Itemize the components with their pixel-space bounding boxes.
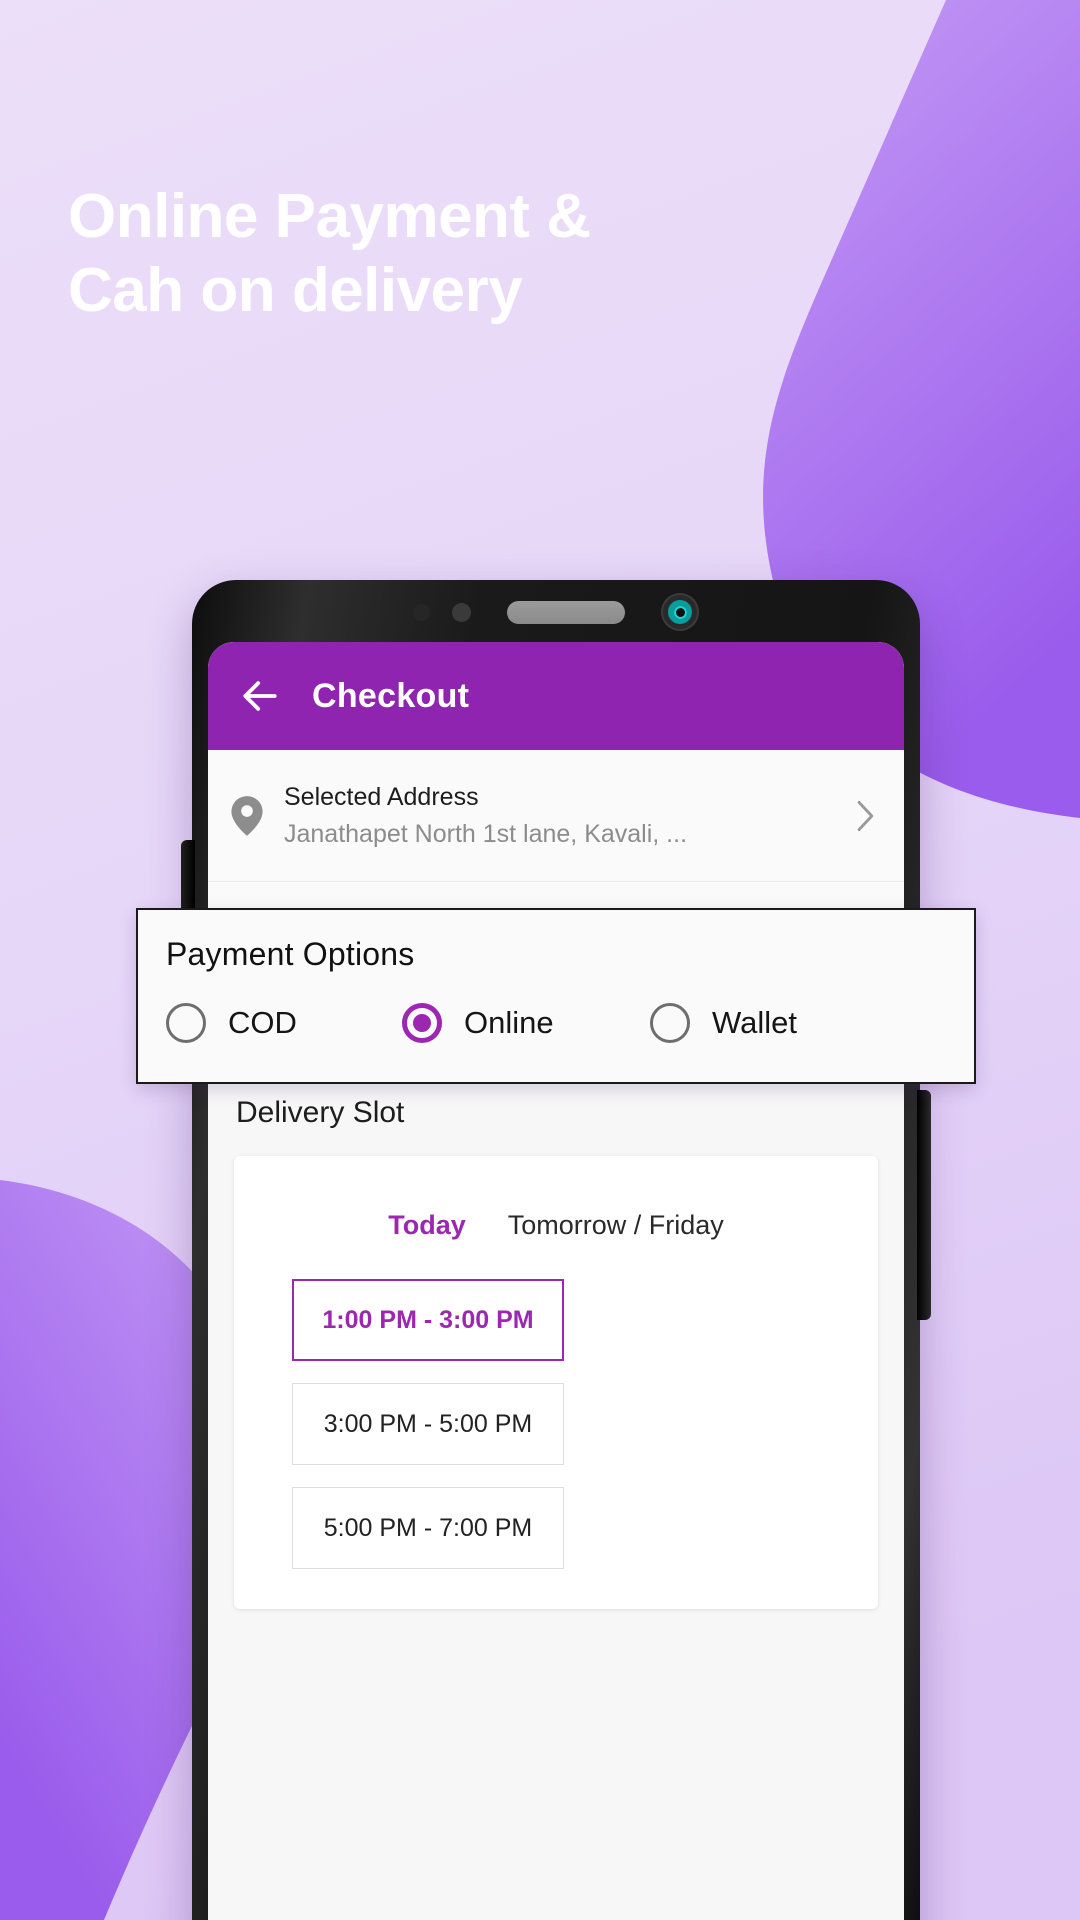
address-text-block: Selected Address Janathapet North 1st la… xyxy=(284,779,834,852)
payment-options-title: Payment Options xyxy=(166,936,415,972)
promo-headline: Online Payment & Cah on delivery xyxy=(68,180,888,329)
app-bar: Checkout xyxy=(208,642,904,750)
slot-chip-1[interactable]: 1:00 PM - 3:00 PM xyxy=(292,1279,564,1361)
speaker-grille-icon xyxy=(507,600,625,624)
tab-today[interactable]: Today xyxy=(388,1210,466,1241)
payment-options-panel: Payment Options COD Online Wallet xyxy=(136,908,976,1084)
delivery-slot-heading: Delivery Slot xyxy=(236,1096,405,1129)
back-arrow-icon[interactable] xyxy=(238,674,282,718)
proximity-sensor-icon xyxy=(452,602,471,622)
delivery-slot-chips: 1:00 PM - 3:00 PM 3:00 PM - 5:00 PM 5:00… xyxy=(234,1279,878,1569)
chevron-right-icon[interactable] xyxy=(854,799,876,833)
radio-button-online-icon[interactable] xyxy=(402,1003,442,1043)
page-title: Checkout xyxy=(312,676,470,715)
phone-mockup: Checkout Selected Address Janathapet Nor… xyxy=(181,580,931,1920)
selected-address-row[interactable]: Selected Address Janathapet North 1st la… xyxy=(208,750,904,882)
location-pin-icon xyxy=(230,795,264,836)
sensor-dot-icon xyxy=(413,603,430,621)
delivery-slot-section: Delivery Slot Today Tomorrow / Friday 1:… xyxy=(208,1066,904,1609)
power-button[interactable] xyxy=(917,1090,931,1320)
slot-chip-3[interactable]: 5:00 PM - 7:00 PM xyxy=(292,1487,564,1569)
promo-headline-line-2: Cah on delivery xyxy=(68,256,523,326)
payment-option-cod[interactable]: COD xyxy=(166,1003,402,1043)
radio-button-cod-icon[interactable] xyxy=(166,1003,206,1043)
front-camera-icon xyxy=(661,593,699,631)
payment-option-wallet-label: Wallet xyxy=(712,1005,797,1040)
delivery-day-tabs: Today Tomorrow / Friday xyxy=(234,1210,878,1279)
radio-button-wallet-icon[interactable] xyxy=(650,1003,690,1043)
slot-chip-2[interactable]: 3:00 PM - 5:00 PM xyxy=(292,1383,564,1465)
address-label: Selected Address xyxy=(284,783,479,812)
payment-option-wallet[interactable]: Wallet xyxy=(650,1003,797,1043)
payment-option-online[interactable]: Online xyxy=(402,1003,650,1043)
promo-headline-line-1: Online Payment & xyxy=(68,182,591,251)
delivery-slot-card: Today Tomorrow / Friday 1:00 PM - 3:00 P… xyxy=(234,1156,878,1609)
payment-option-cod-label: COD xyxy=(228,1005,297,1040)
payment-options-list: COD Online Wallet xyxy=(166,1003,946,1043)
tab-tomorrow[interactable]: Tomorrow / Friday xyxy=(508,1210,724,1241)
address-value: Janathapet North 1st lane, Kavali, ... xyxy=(284,819,688,848)
payment-option-online-label: Online xyxy=(464,1005,554,1040)
phone-screen: Checkout Selected Address Janathapet Nor… xyxy=(208,642,904,1920)
phone-notch xyxy=(192,580,920,644)
